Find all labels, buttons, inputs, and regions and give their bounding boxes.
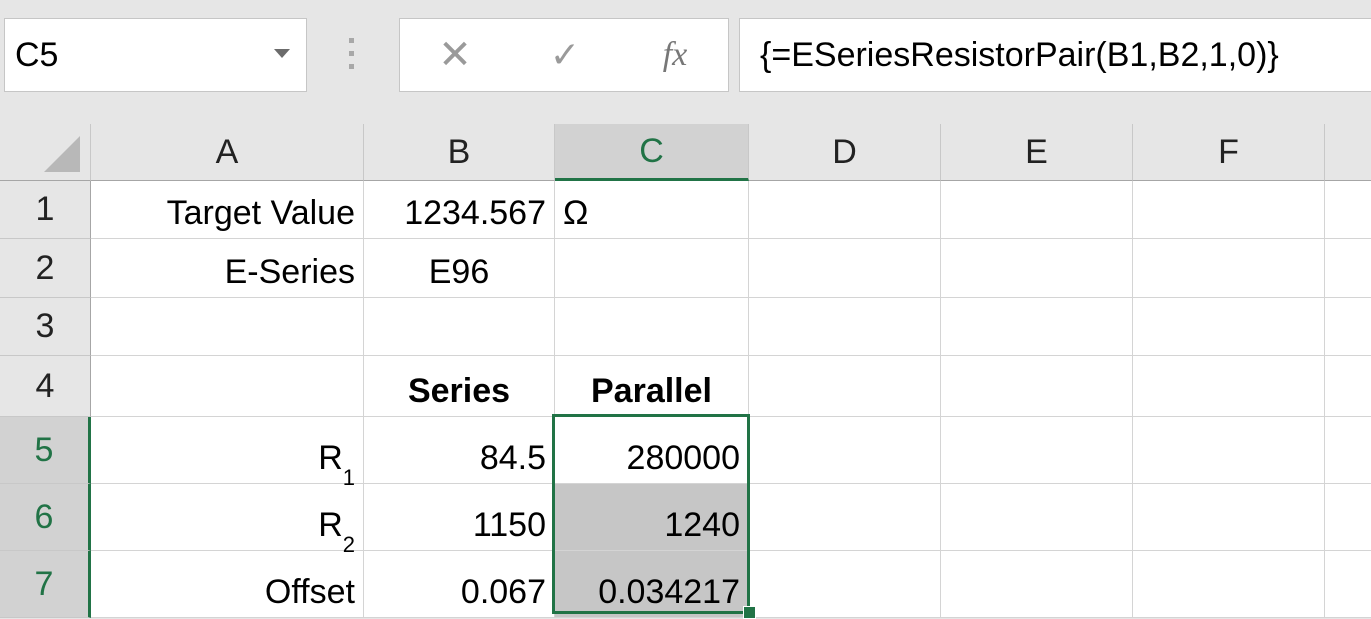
cell-g1[interactable]	[1325, 181, 1371, 239]
row-header-4[interactable]: 4	[0, 356, 91, 417]
formula-buttons: ✕ ✓ fx	[399, 18, 729, 92]
column-header-d[interactable]: D	[749, 124, 941, 181]
cell-g6[interactable]	[1325, 484, 1371, 551]
name-box[interactable]: C5	[4, 18, 307, 92]
cell-d1[interactable]	[749, 181, 941, 239]
cell-a4[interactable]	[91, 356, 364, 417]
cell-b7[interactable]: 0.067	[364, 551, 555, 618]
cell-d5[interactable]	[749, 417, 941, 484]
cell-c1[interactable]: Ω	[555, 181, 749, 239]
cell-e6[interactable]	[941, 484, 1133, 551]
cell-d4[interactable]	[749, 356, 941, 417]
fill-handle[interactable]	[743, 606, 756, 619]
cell-f6[interactable]	[1133, 484, 1325, 551]
formula-bar-resize-handle[interactable]	[349, 38, 355, 74]
cell-f2[interactable]	[1133, 239, 1325, 298]
row-header-7[interactable]: 7	[0, 551, 91, 618]
cell-b4[interactable]: Series	[364, 356, 555, 417]
cell-b6[interactable]: 1150	[364, 484, 555, 551]
column-header-f[interactable]: F	[1133, 124, 1325, 181]
cell-d2[interactable]	[749, 239, 941, 298]
column-header-g-partial[interactable]	[1325, 124, 1371, 181]
row-header-2[interactable]: 2	[0, 239, 91, 298]
cell-g4[interactable]	[1325, 356, 1371, 417]
cell-f1[interactable]	[1133, 181, 1325, 239]
cell-b1[interactable]: 1234.567	[364, 181, 555, 239]
cell-c2[interactable]	[555, 239, 749, 298]
formula-text: {=ESeriesResistorPair(B1,B2,1,0)}	[760, 36, 1279, 74]
cell-d7[interactable]	[749, 551, 941, 618]
r1-label: R	[318, 439, 343, 477]
cell-d6[interactable]	[749, 484, 941, 551]
cell-g7[interactable]	[1325, 551, 1371, 618]
cell-e4[interactable]	[941, 356, 1133, 417]
row-header-1[interactable]: 1	[0, 181, 91, 239]
cell-c7[interactable]: 0.034217	[555, 551, 749, 618]
cell-f4[interactable]	[1133, 356, 1325, 417]
column-header-a[interactable]: A	[91, 124, 364, 181]
cell-c5[interactable]: 280000	[555, 417, 749, 484]
cell-c3[interactable]	[555, 298, 749, 356]
r2-label: R	[318, 506, 343, 544]
cell-g5[interactable]	[1325, 417, 1371, 484]
cell-g2[interactable]	[1325, 239, 1371, 298]
row-header-3[interactable]: 3	[0, 298, 91, 356]
formula-input[interactable]: {=ESeriesResistorPair(B1,B2,1,0)}	[739, 18, 1371, 92]
cell-f7[interactable]	[1133, 551, 1325, 618]
insert-function-icon[interactable]: fx	[650, 19, 700, 91]
select-all-icon	[44, 136, 80, 172]
row-header-5[interactable]: 5	[0, 417, 91, 484]
cell-a2[interactable]: E-Series	[91, 239, 364, 298]
row-header-6[interactable]: 6	[0, 484, 91, 551]
cell-b2[interactable]: E96	[364, 239, 555, 298]
cell-d3[interactable]	[749, 298, 941, 356]
cell-a7[interactable]: Offset	[91, 551, 364, 618]
cell-a1[interactable]: Target Value	[91, 181, 364, 239]
cell-e1[interactable]	[941, 181, 1133, 239]
cell-e2[interactable]	[941, 239, 1133, 298]
select-all-button[interactable]	[0, 124, 91, 181]
column-header-c[interactable]: C	[555, 124, 749, 181]
cell-a6[interactable]: R2	[91, 484, 364, 556]
cell-a5[interactable]: R1	[91, 417, 364, 489]
cancel-icon[interactable]: ✕	[430, 19, 480, 91]
cell-a3[interactable]	[91, 298, 364, 356]
cell-c6[interactable]: 1240	[555, 484, 749, 551]
name-box-dropdown-icon[interactable]	[274, 49, 290, 58]
cell-f5[interactable]	[1133, 417, 1325, 484]
enter-icon[interactable]: ✓	[540, 19, 590, 91]
column-header-b[interactable]: B	[364, 124, 555, 181]
cell-e5[interactable]	[941, 417, 1133, 484]
cell-g3[interactable]	[1325, 298, 1371, 356]
worksheet-grid: A B C D E F 1 2 3 4 5 6 7 Target Value 1…	[0, 124, 1371, 619]
cell-e7[interactable]	[941, 551, 1133, 618]
cell-f3[interactable]	[1133, 298, 1325, 356]
cell-b3[interactable]	[364, 298, 555, 356]
name-box-value: C5	[15, 36, 59, 74]
cell-e3[interactable]	[941, 298, 1133, 356]
cell-b5[interactable]: 84.5	[364, 417, 555, 484]
cell-c4[interactable]: Parallel	[555, 356, 749, 417]
column-header-e[interactable]: E	[941, 124, 1133, 181]
